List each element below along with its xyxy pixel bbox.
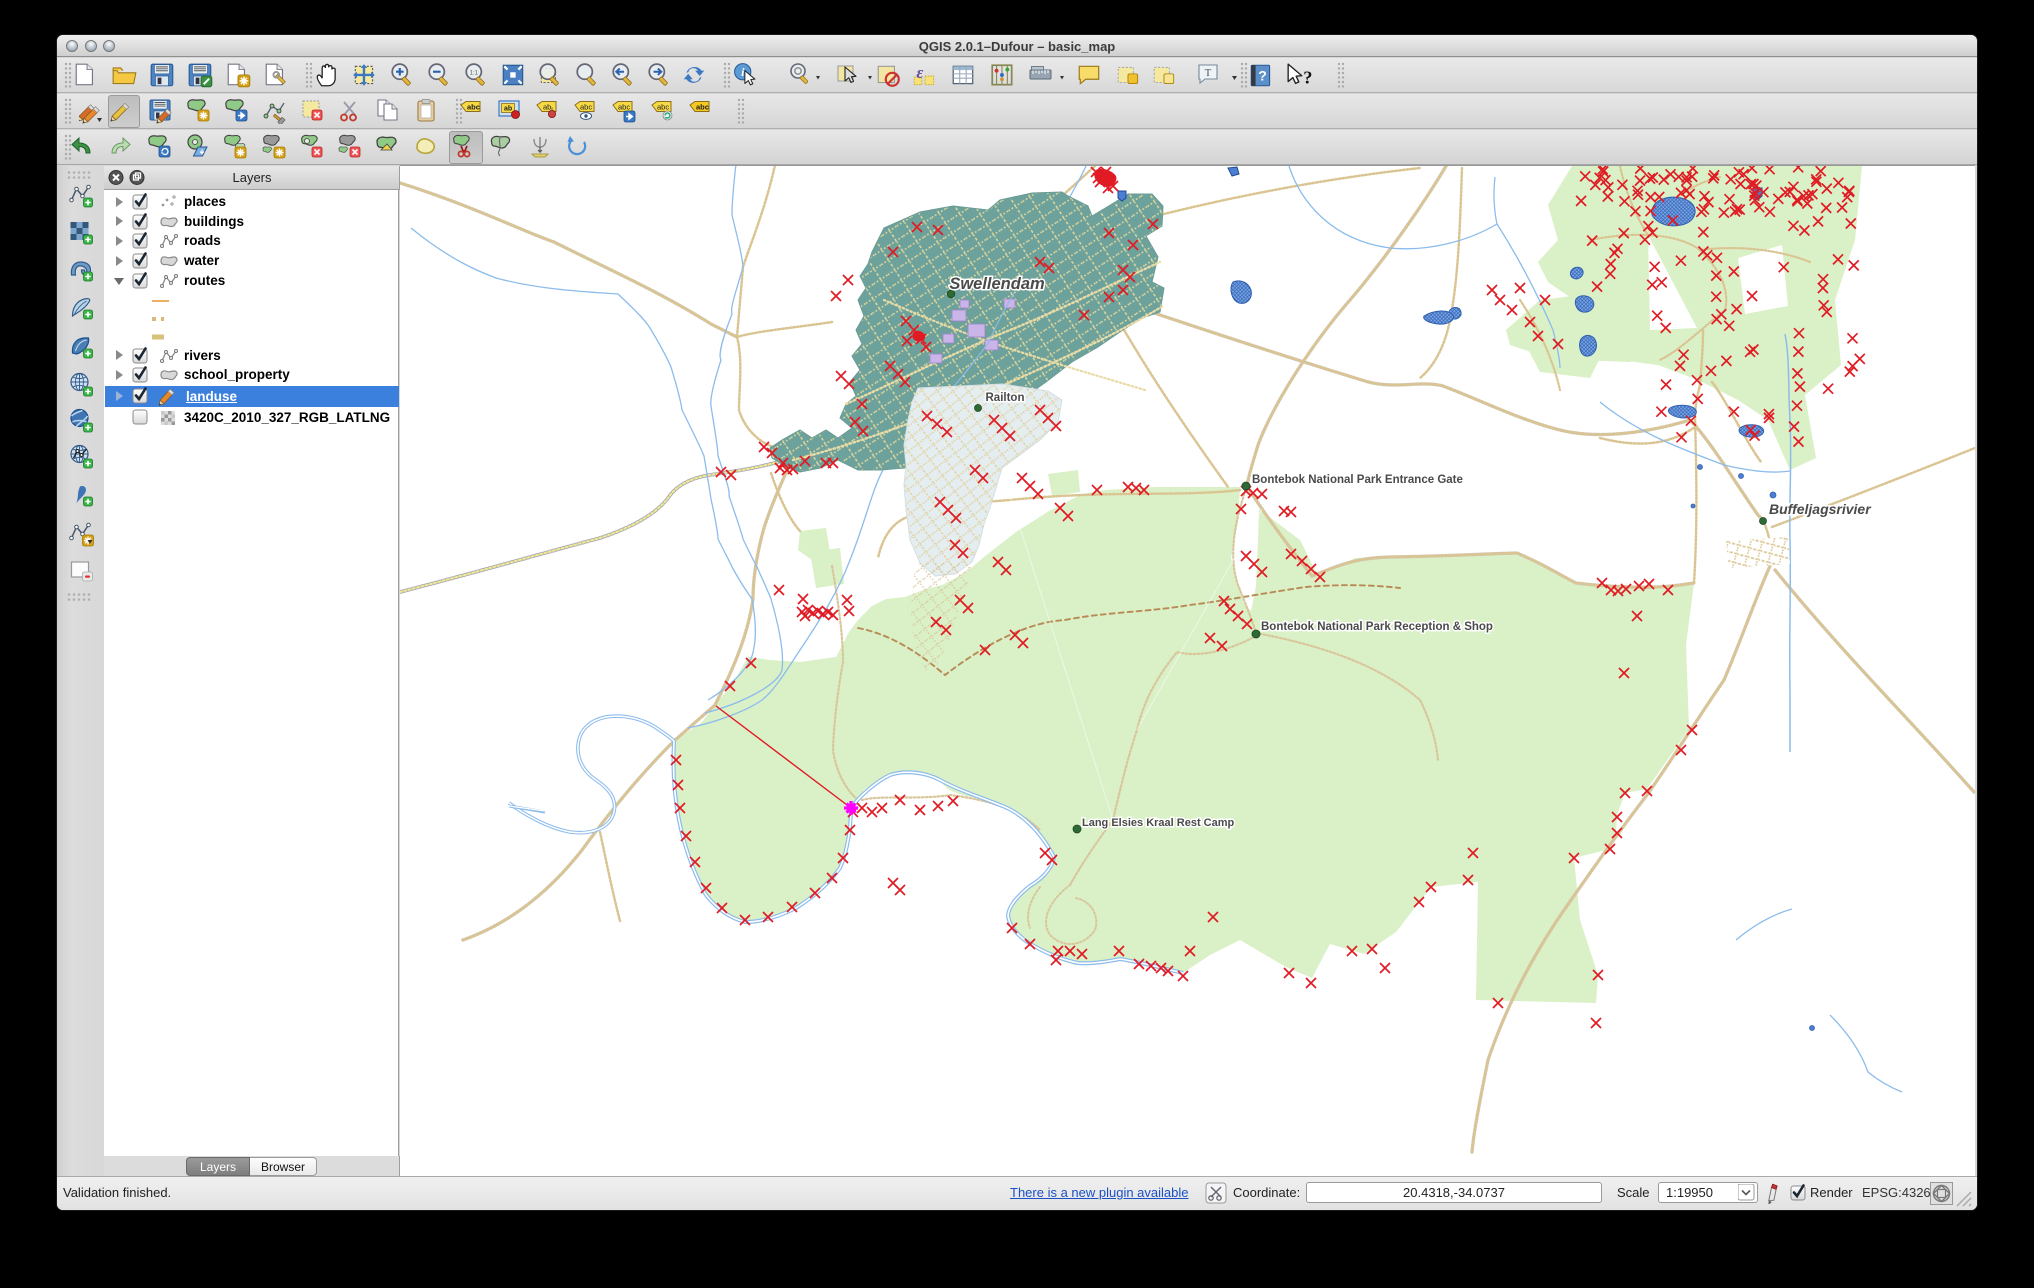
- svg-text:1:1: 1:1: [470, 70, 479, 76]
- svg-text:abc: abc: [657, 103, 669, 112]
- svg-text:ab: ab: [543, 103, 551, 112]
- svg-text:abc: abc: [618, 103, 630, 112]
- svg-text:?: ?: [1258, 67, 1267, 83]
- svg-text:ab: ab: [504, 106, 512, 113]
- svg-text:ε: ε: [916, 63, 923, 82]
- svg-text:?: ?: [1303, 68, 1312, 88]
- svg-text:Buffeljagsrivier: Buffeljagsrivier: [1769, 501, 1872, 517]
- svg-text:abc: abc: [467, 103, 480, 112]
- svg-text:Railton: Railton: [986, 392, 1025, 404]
- svg-text:Lang Elsies Kraal Rest Camp: Lang Elsies Kraal Rest Camp: [1082, 817, 1235, 829]
- svg-text:abc: abc: [696, 103, 709, 112]
- svg-text:Bontebok National Park Entranc: Bontebok National Park Entrance Gate: [1252, 474, 1463, 486]
- svg-text:T: T: [1205, 67, 1212, 79]
- svg-text:Swellendam: Swellendam: [949, 275, 1044, 293]
- svg-text:Bontebok National Park Recepti: Bontebok National Park Reception & Shop: [1261, 621, 1493, 633]
- svg-text:abc: abc: [580, 103, 592, 112]
